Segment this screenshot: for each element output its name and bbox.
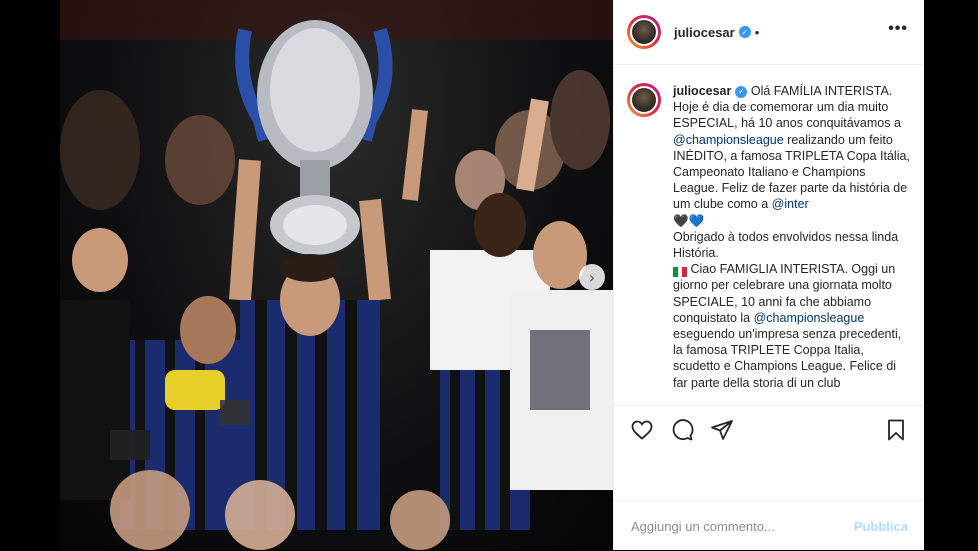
- share-icon[interactable]: [710, 418, 734, 442]
- more-options-icon[interactable]: •••: [888, 20, 908, 38]
- bookmark-icon[interactable]: [884, 418, 908, 442]
- heart-icon[interactable]: [630, 418, 654, 442]
- caption-it-part2: eseguendo un'impresa senza precedenti, l…: [673, 327, 902, 390]
- verified-badge-icon: ✓: [738, 26, 751, 38]
- black-heart-icon: 🖤: [673, 213, 689, 228]
- post-side-panel: juliocesar ✓ • ••• juliocesar ✓ Olá FAMÍL…: [613, 0, 924, 550]
- caption-avatar[interactable]: [627, 83, 661, 117]
- italy-flag-icon: [673, 265, 687, 277]
- mention-championsleague[interactable]: @championsleague: [673, 133, 784, 147]
- comment-icon[interactable]: [670, 418, 694, 442]
- caption-username[interactable]: juliocesar: [673, 84, 731, 98]
- carousel-next-button[interactable]: ›: [579, 264, 605, 290]
- mention-championsleague-it[interactable]: @championsleague: [754, 311, 865, 325]
- caption-scroll-area[interactable]: juliocesar ✓ Olá FAMÍLIA INTERISTA. Hoje …: [614, 65, 924, 405]
- avatar[interactable]: [627, 15, 661, 49]
- caption-pt-thanks: Obrigado à todos envolvidos nessa linda …: [673, 229, 899, 261]
- comment-bar: Pubblica: [614, 500, 924, 551]
- instagram-post-modal: › juliocesar ✓ • ••• juliocesar ✓ Olá FAM…: [60, 0, 924, 550]
- chevron-right-icon: ›: [588, 267, 596, 287]
- comment-input[interactable]: [629, 517, 833, 535]
- caption-text: juliocesar ✓ Olá FAMÍLIA INTERISTA. Hoje …: [673, 83, 914, 391]
- post-header: juliocesar ✓ • •••: [614, 0, 924, 65]
- post-username[interactable]: juliocesar: [674, 25, 735, 40]
- verified-badge-icon: ✓: [735, 85, 748, 98]
- action-bar: [614, 405, 924, 454]
- publish-button[interactable]: Pubblica: [854, 519, 908, 534]
- caption-row: juliocesar ✓ Olá FAMÍLIA INTERISTA. Hoje …: [614, 65, 924, 391]
- celebration-photo-illustration: [60, 0, 613, 550]
- post-photo[interactable]: ›: [60, 0, 613, 550]
- blue-heart-icon: 💙: [688, 213, 705, 228]
- mention-inter[interactable]: @inter: [772, 197, 809, 211]
- separator-dot: •: [754, 24, 760, 40]
